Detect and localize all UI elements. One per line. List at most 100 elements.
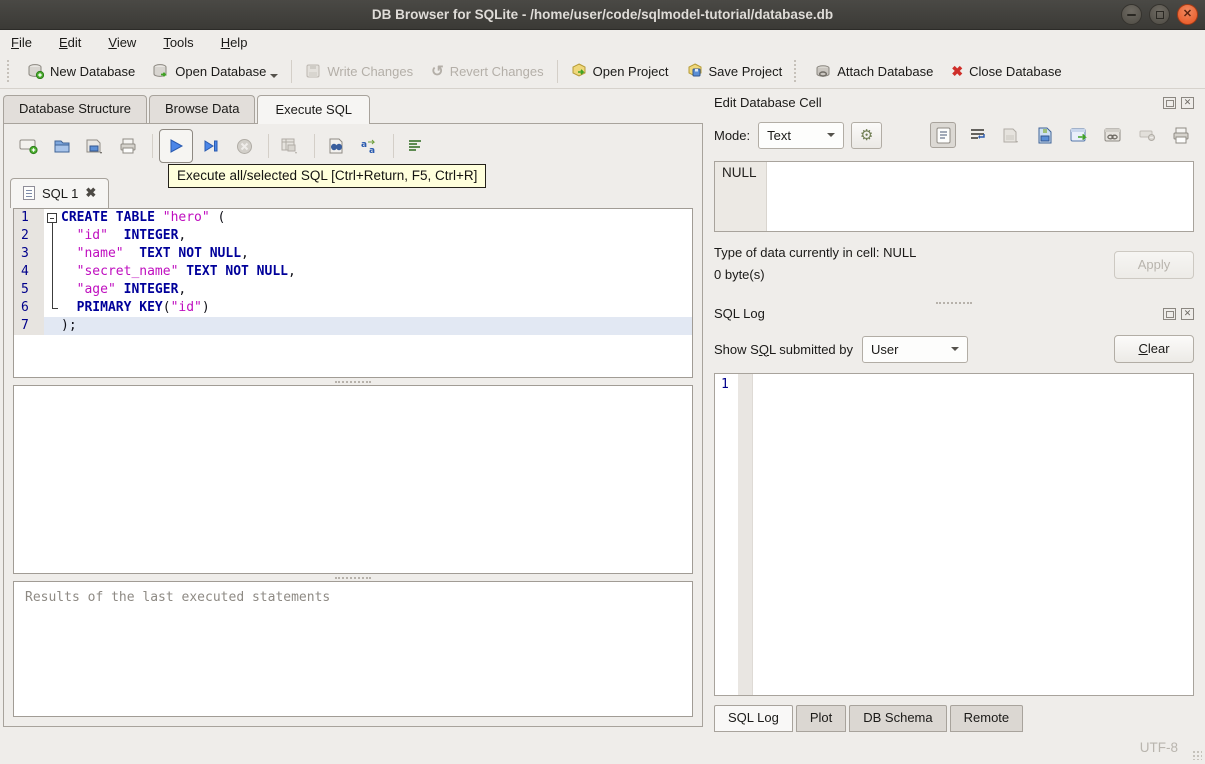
tab-execute-sql[interactable]: Execute SQL	[257, 95, 371, 124]
word-wrap-button[interactable]	[964, 122, 990, 148]
results-grid-pane[interactable]	[13, 385, 693, 574]
cell-null-indicator: NULL	[715, 162, 767, 231]
svg-text:a: a	[361, 140, 367, 150]
write-changes-icon	[305, 63, 321, 79]
clear-log-button[interactable]: Clear	[1114, 335, 1194, 363]
minimize-icon[interactable]	[1121, 4, 1142, 25]
dock-tab-plot[interactable]: Plot	[795, 705, 847, 732]
mode-select[interactable]: Text	[758, 121, 845, 149]
toolbar-drag-handle[interactable]	[7, 60, 12, 82]
dock-tab-remote[interactable]: Remote	[949, 705, 1024, 732]
print-cell-button[interactable]	[1168, 122, 1194, 148]
dock-splitter[interactable]	[712, 299, 1196, 306]
window-title: DB Browser for SQLite - /home/user/code/…	[371, 7, 834, 22]
sql-editor[interactable]: 1 CREATE TABLE "hero" ( 2 "id" INTEGER, …	[13, 208, 693, 378]
toolbar-drag-handle-2[interactable]	[794, 60, 799, 82]
menu-view[interactable]: View	[108, 35, 136, 50]
find-button[interactable]	[321, 131, 351, 161]
fold-marker-icon[interactable]	[44, 209, 61, 227]
chevron-down-icon	[827, 133, 836, 137]
menu-edit[interactable]: Edit	[59, 35, 81, 50]
open-database-button[interactable]: Open Database	[144, 59, 287, 83]
edit-cell-title: Edit Database Cell	[714, 95, 822, 110]
gear-icon: ⚙	[859, 127, 874, 144]
stop-button	[229, 131, 259, 161]
new-database-icon	[28, 63, 44, 79]
tooltip: Execute all/selected SQL [Ctrl+Return, F…	[168, 164, 487, 188]
main-tabbar: Database Structure Browse Data Execute S…	[0, 95, 706, 124]
cell-editor[interactable]: NULL	[714, 161, 1194, 232]
replace-button[interactable]: aa	[354, 131, 384, 161]
text-mode-button[interactable]	[930, 122, 956, 148]
titlebar: DB Browser for SQLite - /home/user/code/…	[0, 0, 1205, 30]
sql-log-title: SQL Log	[714, 306, 765, 321]
menu-tools[interactable]: Tools	[163, 35, 193, 50]
close-database-icon: ✖	[951, 62, 964, 79]
cell-editor-area[interactable]	[767, 162, 1193, 231]
open-in-external-button[interactable]	[1066, 122, 1092, 148]
save-project-icon	[687, 63, 703, 79]
encoding-indicator: UTF-8	[1139, 740, 1178, 755]
cell-info: Type of data currently in cell: NULL 0 b…	[714, 245, 1194, 297]
save-project-button[interactable]: Save Project	[678, 59, 792, 83]
revert-changes-icon: ↺	[431, 63, 444, 80]
dock-tab-db-schema[interactable]: DB Schema	[849, 705, 947, 732]
resize-grip[interactable]	[1192, 750, 1202, 760]
dock-close-icon-2[interactable]: ✕	[1181, 307, 1194, 320]
edit-cell-toolbar: Mode: Text ⚙	[714, 120, 1194, 150]
open-database-icon	[153, 63, 169, 79]
new-database-button[interactable]: New Database	[19, 59, 144, 83]
menu-file[interactable]: File	[11, 35, 32, 50]
attach-database-icon	[815, 63, 831, 79]
horizontal-splitter-2[interactable]	[4, 574, 702, 581]
sql-doc-tab[interactable]: SQL 1 ✖	[10, 178, 110, 208]
code-line: 4 "secret_name" TEXT NOT NULL,	[14, 263, 692, 281]
apply-button: Apply	[1114, 251, 1194, 279]
tab-database-structure[interactable]: Database Structure	[3, 95, 148, 123]
results-placeholder: Results of the last executed statements	[25, 590, 331, 605]
save-sql-file-button[interactable]	[80, 131, 110, 161]
mode-label: Mode:	[714, 127, 751, 143]
execute-all-button[interactable]	[159, 129, 193, 163]
chevron-down-icon	[951, 347, 959, 351]
close-sql-tab-icon[interactable]: ✖	[85, 185, 96, 201]
horizontal-splitter[interactable]	[4, 378, 702, 385]
log-content[interactable]	[753, 374, 1193, 695]
window-controls: ✕	[1121, 4, 1198, 25]
dock-tabbar: SQL Log Plot DB Schema Remote	[712, 696, 1196, 732]
code-line: 3 "name" TEXT NOT NULL,	[14, 245, 692, 263]
show-sql-label: Show SQL submitted by	[714, 341, 853, 357]
open-sql-file-button[interactable]	[47, 131, 77, 161]
close-database-button[interactable]: ✖ Close Database	[942, 59, 1070, 84]
copy-link-button[interactable]	[1100, 122, 1126, 148]
dock-float-icon-2[interactable]	[1163, 307, 1176, 320]
log-filter-select[interactable]: User	[862, 335, 968, 363]
code-line: 5 "age" INTEGER,	[14, 281, 692, 299]
open-project-button[interactable]: Open Project	[562, 59, 678, 83]
new-sql-tab-button[interactable]	[14, 131, 44, 161]
attach-database-button[interactable]: Attach Database	[806, 59, 942, 83]
auto-apply-button[interactable]: ⚙	[851, 121, 883, 149]
dock-close-icon[interactable]: ✕	[1181, 96, 1194, 109]
svg-text:a: a	[369, 146, 375, 155]
export-cell-data-button[interactable]	[1032, 122, 1058, 148]
close-icon[interactable]: ✕	[1177, 4, 1198, 25]
dock-tab-sql-log[interactable]: SQL Log	[714, 705, 793, 732]
dock-float-icon[interactable]	[1163, 96, 1176, 109]
execute-line-button[interactable]	[196, 131, 226, 161]
maximize-icon[interactable]	[1149, 4, 1170, 25]
log-line-number: 1	[721, 377, 729, 392]
code-line-current: 7 );	[14, 317, 692, 335]
sql-log-dock-titlebar: SQL Log ✕	[714, 306, 1194, 321]
open-database-dropdown-icon[interactable]	[270, 74, 279, 78]
menu-help[interactable]: Help	[221, 35, 248, 50]
edit-cell-dock-titlebar: Edit Database Cell ✕	[714, 95, 1194, 110]
results-message-pane[interactable]: Results of the last executed statements	[13, 581, 693, 717]
sql-log-controls: Show SQL submitted by User Clear	[714, 333, 1194, 365]
statusbar: UTF-8	[0, 732, 1205, 764]
tab-browse-data[interactable]: Browse Data	[149, 95, 256, 123]
format-sql-button[interactable]	[400, 131, 430, 161]
print-button[interactable]	[113, 131, 143, 161]
sql-log-view[interactable]: 1	[714, 373, 1194, 696]
set-null-button	[1134, 122, 1160, 148]
